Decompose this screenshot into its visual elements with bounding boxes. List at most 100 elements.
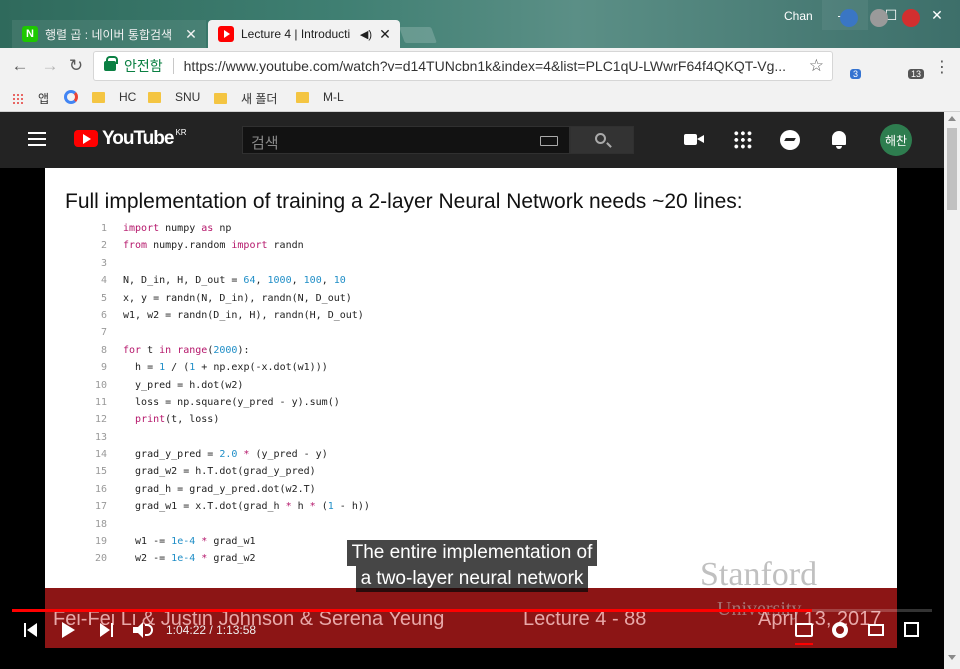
- notifications-bell-icon[interactable]: [829, 130, 849, 150]
- apps-icon[interactable]: [733, 130, 753, 150]
- volume-icon[interactable]: [133, 622, 153, 638]
- code-line: 5 x, y = randn(N, D_in), randn(N, D_out): [85, 290, 370, 307]
- bookmarks-bar: 앱 HC SNU 새 폴더 M-L: [0, 84, 960, 112]
- line-number: 11: [94, 396, 107, 408]
- theater-mode-icon[interactable]: [868, 624, 884, 636]
- settings-gear-icon[interactable]: [832, 622, 848, 638]
- code-line: 12 print(t, loss): [85, 411, 370, 428]
- video-player[interactable]: Full implementation of training a 2-laye…: [0, 168, 944, 648]
- code-line: 16 grad_h = grad_y_pred.dot(w2.T): [85, 481, 370, 498]
- volume-wave: [145, 624, 153, 636]
- close-window-button[interactable]: ✕: [914, 0, 960, 30]
- code-line: 7: [85, 324, 370, 341]
- line-number: 8: [100, 344, 107, 356]
- forward-button[interactable]: →: [40, 56, 60, 76]
- bookmark-apps[interactable]: 앱: [12, 90, 49, 107]
- scroll-down-icon[interactable]: [948, 655, 956, 660]
- folder-icon: [92, 91, 105, 103]
- code-line: 9 h = 1 / (1 + np.exp(-x.dot(w1))): [85, 359, 370, 376]
- code-text: x, y = randn(N, D_in), randn(N, D_out): [123, 292, 352, 304]
- back-button[interactable]: ←: [10, 56, 30, 76]
- scroll-up-icon[interactable]: [948, 116, 956, 121]
- bookmark-new-folder[interactable]: 새 폴더: [214, 90, 277, 107]
- tab-close-icon[interactable]: ✕: [184, 26, 198, 43]
- tab-title: 행렬 곱 : 네이버 통합검색: [45, 27, 173, 42]
- line-number: 5: [100, 292, 107, 304]
- code-text: grad_w1 = x.T.dot(grad_h * h * (1 - h)): [123, 501, 370, 513]
- line-number: 1: [100, 223, 107, 234]
- youtube-page: YouTube KR 검색 해찬 Full implementation of …: [0, 112, 944, 669]
- line-number: 2: [100, 240, 107, 252]
- code-text: from numpy.random import randn: [123, 240, 304, 252]
- code-line: 17 grad_w1 = x.T.dot(grad_h * h * (1 - h…: [85, 498, 370, 515]
- divider: [172, 58, 174, 74]
- scroll-thumb[interactable]: [947, 128, 957, 210]
- line-number: 18: [94, 518, 107, 530]
- youtube-logo-text: YouTube: [102, 128, 174, 149]
- profile-name[interactable]: Chan: [784, 9, 813, 23]
- fullscreen-icon[interactable]: [904, 622, 919, 637]
- upload-video-icon[interactable]: [684, 130, 704, 150]
- play-icon[interactable]: [62, 622, 76, 638]
- search-icon: [595, 133, 606, 144]
- previous-icon[interactable]: [24, 622, 38, 638]
- reload-button[interactable]: ↻: [66, 56, 86, 76]
- bookmark-snu[interactable]: SNU: [148, 90, 200, 104]
- search-button[interactable]: [570, 126, 634, 154]
- code-text: y_pred = h.dot(w2): [123, 379, 244, 391]
- secure-label[interactable]: 안전함: [124, 56, 163, 76]
- code-line: 10 y_pred = h.dot(w2): [85, 377, 370, 394]
- caption-line: The entire implementation of: [346, 540, 598, 566]
- player-controls: 1:04:22 / 1:13:58: [0, 612, 944, 648]
- search-input[interactable]: 검색: [242, 126, 570, 154]
- bookmark-star-icon[interactable]: ☆: [809, 56, 824, 76]
- code-line: 13: [85, 429, 370, 446]
- tab-close-icon[interactable]: ✕: [378, 26, 392, 43]
- code-line: 6 w1, w2 = randn(D_in, H), randn(H, D_out…: [85, 307, 370, 324]
- line-number: 10: [94, 379, 107, 391]
- avatar[interactable]: 해찬: [880, 124, 912, 156]
- caption-line: a two-layer neural network: [355, 566, 589, 592]
- bookmark-hc[interactable]: HC: [92, 90, 136, 104]
- bookmark-label: 새 폴더: [241, 92, 278, 106]
- line-number: 17: [94, 501, 107, 513]
- subtitle-caption: The entire implementation of a two-layer…: [0, 540, 944, 592]
- bookmark-google[interactable]: [64, 90, 78, 104]
- line-number: 15: [94, 466, 107, 478]
- subtitles-active-indicator: [795, 643, 813, 645]
- tab-naver-search[interactable]: N 행렬 곱 : 네이버 통합검색 ✕: [12, 20, 206, 48]
- code-text: grad_h = grad_y_pred.dot(w2.T): [123, 483, 316, 495]
- extension-red-icon[interactable]: [902, 9, 920, 27]
- code-line: 8 for t in range(2000):: [85, 342, 370, 359]
- tab-youtube-lecture[interactable]: Lecture 4 | Introducti ◀) ✕: [208, 20, 400, 48]
- messages-icon[interactable]: [780, 130, 800, 150]
- line-number: 7: [100, 327, 107, 339]
- chrome-menu-icon[interactable]: ⋮: [934, 57, 950, 77]
- url-text[interactable]: https://www.youtube.com/watch?v=d14TUNcb…: [184, 58, 809, 74]
- extension-blue-icon[interactable]: [840, 9, 858, 27]
- code-text: grad_w2 = h.T.dot(grad_y_pred): [123, 466, 316, 478]
- page-scrollbar[interactable]: [944, 112, 960, 669]
- extension-globe-icon[interactable]: [870, 9, 888, 27]
- code-text: loss = np.square(y_pred - y).sum(): [123, 396, 340, 408]
- code-text: for t in range(2000):: [123, 344, 250, 356]
- folder-icon: [296, 91, 309, 103]
- hamburger-menu-icon[interactable]: [28, 132, 46, 134]
- code-line: 1 import numpy as np: [85, 220, 370, 237]
- line-number: 3: [100, 257, 107, 269]
- new-tab-button[interactable]: [399, 27, 437, 43]
- youtube-logo[interactable]: YouTube KR: [74, 128, 187, 150]
- time-total: 1:13:58: [216, 623, 257, 637]
- audio-playing-icon[interactable]: ◀): [360, 28, 372, 41]
- keyboard-icon[interactable]: [540, 136, 558, 146]
- folder-icon: [214, 93, 227, 104]
- bookmark-ml[interactable]: M-L: [296, 90, 344, 104]
- next-icon[interactable]: [100, 622, 114, 638]
- bookmark-label: M-L: [323, 90, 344, 104]
- address-bar[interactable]: 안전함 https://www.youtube.com/watch?v=d14T…: [94, 52, 832, 80]
- line-number: 13: [94, 431, 107, 443]
- bookmark-label: HC: [119, 90, 137, 104]
- code-text: grad_y_pred = 2.0 * (y_pred - y): [123, 449, 328, 461]
- line-number: 6: [100, 309, 107, 321]
- subtitles-icon[interactable]: [795, 623, 813, 637]
